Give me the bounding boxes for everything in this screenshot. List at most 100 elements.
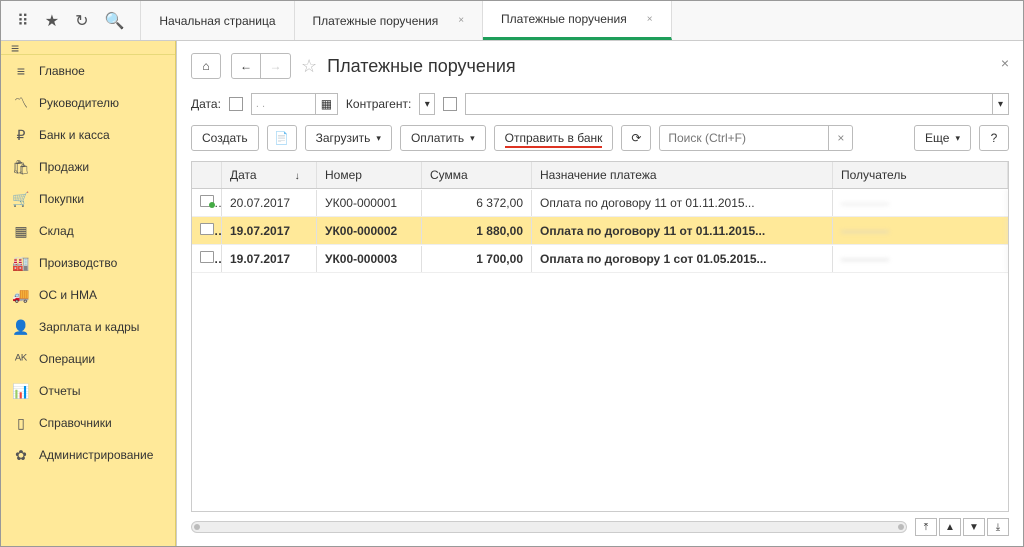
sidebar-label: Производство <box>39 256 117 270</box>
sidebar-icon: ≡ <box>13 63 29 79</box>
kontragent-checkbox[interactable] <box>443 97 457 111</box>
more-button[interactable]: Еще▾ <box>914 125 971 151</box>
sidebar: ≡ ≡ Главное 〽 Руководителю ₽Банк и касса 🛍 Про… <box>1 41 176 546</box>
cell-number: УК00-000001 <box>317 190 422 216</box>
sidebar-item[interactable]: ✿ Администрирование <box>1 439 175 471</box>
column-recipient[interactable]: Получатель <box>833 162 1008 188</box>
kontragent-dropdown[interactable]: ▾ <box>419 93 435 115</box>
kontragent-label: Контрагент: <box>346 97 411 111</box>
cell-purpose: Оплата по договору 1 сот 01.05.2015... <box>532 246 833 272</box>
close-icon[interactable]: × <box>1001 55 1009 71</box>
sidebar-item[interactable]: 🛍 Продажи <box>1 151 175 183</box>
sidebar-icon: 👤 <box>13 319 29 335</box>
create-button[interactable]: Создать <box>191 125 259 151</box>
nav-first-button[interactable]: ⤒ <box>915 518 937 536</box>
menu-icon[interactable]: ≡ <box>11 40 19 56</box>
copy-button[interactable]: 📄 <box>267 125 297 151</box>
send-to-bank-button[interactable]: Отправить в банк <box>494 125 614 151</box>
calendar-icon[interactable]: ▦ <box>316 93 338 115</box>
sidebar-item[interactable]: ₽Банк и касса <box>1 119 175 151</box>
sidebar-label: Склад <box>39 224 74 238</box>
date-input[interactable] <box>251 93 316 115</box>
table-row[interactable]: 20.07.2017УК00-0000016 372,00Оплата по д… <box>192 189 1008 217</box>
sidebar-item[interactable]: ᴬᴷОперации <box>1 343 175 375</box>
cell-recipient: ———— <box>833 218 1008 244</box>
document-icon <box>200 251 214 263</box>
nav-last-button[interactable]: ⤓ <box>987 518 1009 536</box>
dropdown-icon[interactable]: ▾ <box>993 93 1009 115</box>
sidebar-icon: 〽 <box>13 95 29 111</box>
search-icon[interactable]: 🔍 <box>104 11 124 31</box>
cell-recipient: ———— <box>833 190 1008 216</box>
nav-down-button[interactable]: ▼ <box>963 518 985 536</box>
footer-nav: ⤒ ▲ ▼ ⤓ <box>177 512 1023 546</box>
sidebar-item[interactable]: ▯Справочники <box>1 407 175 439</box>
cell-date: 19.07.2017 <box>222 246 317 272</box>
close-icon[interactable]: × <box>458 15 464 26</box>
history-icon[interactable]: ↻ <box>75 11 88 31</box>
sidebar-item[interactable]: 🏭 Производство <box>1 247 175 279</box>
cell-number: УК00-000003 <box>317 246 422 272</box>
close-icon[interactable]: × <box>647 14 653 25</box>
sidebar-icon: 🛒 <box>13 191 29 207</box>
sidebar-label: Операции <box>39 352 95 366</box>
cell-sum: 6 372,00 <box>422 190 532 216</box>
sidebar-item[interactable]: 🛒Покупки <box>1 183 175 215</box>
sidebar-item[interactable]: 📊Отчеты <box>1 375 175 407</box>
sidebar-label: Продажи <box>39 160 89 174</box>
sidebar-icon: 🚚 <box>13 287 29 303</box>
sidebar-item[interactable]: 🚚ОС и НМА <box>1 279 175 311</box>
help-button[interactable]: ? <box>979 125 1009 151</box>
horizontal-scrollbar[interactable] <box>191 521 907 533</box>
cell-recipient: ———— <box>833 246 1008 272</box>
sidebar-item[interactable]: ▦ Склад <box>1 215 175 247</box>
search-input[interactable] <box>659 125 829 151</box>
cell-sum: 1 700,00 <box>422 246 532 272</box>
kontragent-input[interactable] <box>465 93 993 115</box>
column-date[interactable]: Дата↓ <box>222 162 317 188</box>
sidebar-icon: ▦ <box>13 223 29 239</box>
favorite-icon[interactable]: ☆ <box>301 56 317 77</box>
column-icon[interactable] <box>192 162 222 188</box>
search-clear-button[interactable]: × <box>829 125 853 151</box>
tab-payments-1[interactable]: Платежные поручения × <box>295 1 484 40</box>
document-icon <box>200 223 214 235</box>
cell-sum: 1 880,00 <box>422 218 532 244</box>
table-row[interactable]: 19.07.2017УК00-0000031 700,00Оплата по д… <box>192 245 1008 273</box>
refresh-button[interactable]: ⟳ <box>621 125 651 151</box>
column-number[interactable]: Номер <box>317 162 422 188</box>
sidebar-icon: 🛍 <box>13 159 29 175</box>
column-purpose[interactable]: Назначение платежа <box>532 162 833 188</box>
cell-number: УК00-000002 <box>317 218 422 244</box>
sidebar-icon: 🏭 <box>13 255 29 271</box>
home-button[interactable]: ⌂ <box>191 53 221 79</box>
star-icon[interactable]: ★ <box>45 11 59 31</box>
load-button[interactable]: Загрузить▾ <box>305 125 392 151</box>
sidebar-item[interactable]: 👤Зарплата и кадры <box>1 311 175 343</box>
back-button[interactable]: ← <box>231 53 261 79</box>
sidebar-label: Руководителю <box>39 96 119 110</box>
main-panel: × ⌂ ← → ☆ Платежные поручения Дата: ▦ Ко… <box>176 41 1023 546</box>
document-icon <box>200 195 214 207</box>
date-label: Дата: <box>191 97 221 111</box>
data-table: Дата↓ Номер Сумма Назначение платежа Пол… <box>191 161 1009 512</box>
nav-up-button[interactable]: ▲ <box>939 518 961 536</box>
sidebar-icon: 📊 <box>13 383 29 399</box>
table-row[interactable]: 19.07.2017УК00-0000021 880,00Оплата по д… <box>192 217 1008 245</box>
forward-button[interactable]: → <box>261 53 291 79</box>
tab-home[interactable]: Начальная страница <box>141 1 294 40</box>
main-header: ⌂ ← → ☆ Платежные поручения <box>177 41 1023 89</box>
sidebar-label: Администрирование <box>39 448 153 462</box>
tab-payments-2[interactable]: Платежные поручения × <box>483 1 672 40</box>
sidebar-item[interactable]: 〽 Руководителю <box>1 87 175 119</box>
date-checkbox[interactable] <box>229 97 243 111</box>
sidebar-icon: ✿ <box>13 447 29 463</box>
apps-icon[interactable]: ⠿ <box>17 11 29 31</box>
filter-row: Дата: ▦ Контрагент: ▾ ▾ <box>177 89 1023 125</box>
column-sum[interactable]: Сумма <box>422 162 532 188</box>
sidebar-label: Главное <box>39 64 85 78</box>
sidebar-icon: ▯ <box>13 415 29 431</box>
sidebar-item[interactable]: ≡ Главное <box>1 55 175 87</box>
pay-button[interactable]: Оплатить▾ <box>400 125 486 151</box>
cell-date: 19.07.2017 <box>222 218 317 244</box>
